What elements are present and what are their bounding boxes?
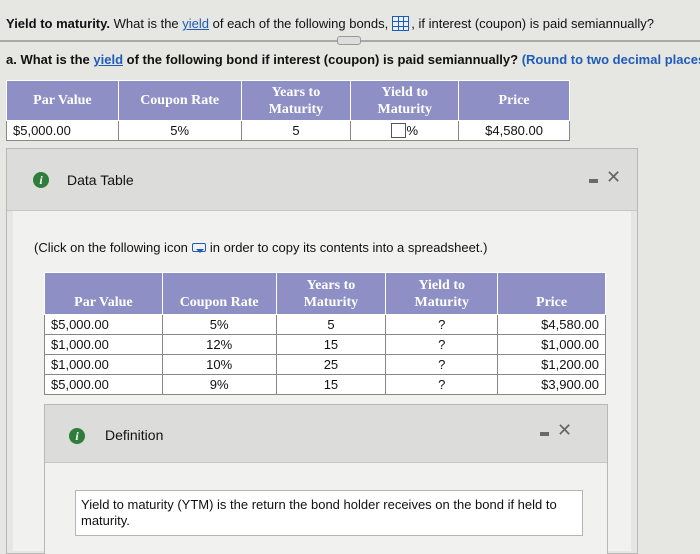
info-icon: i [33,172,49,188]
definition-dialog: i Definition ✕ Yield to maturity (YTM) i… [44,404,608,554]
header-par-value: Par Value [6,80,119,121]
cell-par-value: $5,000.00 [44,314,163,335]
table-row: $1,000.00 12% 15 ? $1,000.00 [44,334,606,355]
cell-par-value: $5,000.00 [44,374,163,395]
cell-price: $3,900.00 [497,374,606,395]
cell-years: 15 [275,334,387,355]
part-a-question: a. What is the yield of the following bo… [6,52,700,67]
header-coupon-rate: Coupon Rate [161,272,277,315]
minimize-button[interactable] [589,179,598,183]
cell-yield: ? [385,354,499,375]
cell-coupon-rate: 10% [161,354,277,375]
table-row: $1,000.00 10% 25 ? $1,200.00 [44,354,606,375]
table-row: $5,000.00 5% 5 ? $4,580.00 [44,314,606,335]
header-yield-to-maturity: Yield to Maturity [385,272,499,315]
header-price: Price [497,272,606,315]
cell-years: 5 [275,314,387,335]
cell-coupon-rate: 5% [117,120,242,141]
header-yield-to-maturity: Yield to Maturity [350,80,460,121]
divider-handle[interactable] [337,36,361,45]
dialog-header[interactable]: i Data Table ✕ [7,149,637,211]
cell-years: 5 [240,120,352,141]
cell-years: 15 [275,374,387,395]
table-row: $5,000.00 9% 15 ? $3,900.00 [44,374,606,395]
minimize-button[interactable] [540,432,549,436]
cell-yield: ? [385,374,499,395]
question-text: Yield to maturity. What is the yield of … [6,16,655,31]
cell-yield-answer: % [350,120,460,141]
table-row: $5,000.00 5% 5 % $4,580.00 [6,120,570,141]
yield-link[interactable]: yield [182,16,209,31]
data-table-icon[interactable] [392,16,410,31]
cell-par-value: $1,000.00 [44,354,163,375]
cell-price: $1,200.00 [497,354,606,375]
yield-answer-input[interactable] [391,123,407,138]
cell-price: $4,580.00 [497,314,606,335]
cell-coupon-rate: 12% [161,334,277,355]
dialog-title: Data Table [67,172,134,188]
cell-coupon-rate: 5% [161,314,277,335]
header-years-to-maturity: Years to Maturity [240,80,352,121]
cell-par-value: $1,000.00 [44,334,163,355]
copy-instructions: (Click on the following icon in order to … [34,240,488,255]
header-price: Price [458,80,570,121]
cell-yield: ? [385,314,499,335]
header-coupon-rate: Coupon Rate [117,80,242,121]
dialog-title: Definition [105,427,164,443]
copy-to-spreadsheet-icon[interactable] [191,243,206,253]
close-icon[interactable]: ✕ [606,168,621,186]
question-lead: Yield to maturity. [6,16,111,31]
rounding-hint: (Round to two decimal places.) [521,52,700,67]
definition-text: Yield to maturity (YTM) is the return th… [75,490,583,536]
close-icon[interactable]: ✕ [557,421,572,439]
dialog-header[interactable]: i Definition ✕ [45,405,607,463]
cell-price: $1,000.00 [497,334,606,355]
yield-link-part-a[interactable]: yield [93,52,123,67]
table-header-row: Par Value Coupon Rate Years to Maturity Y… [6,80,570,121]
data-table: Par Value Coupon Rate Years to Maturity Y… [44,272,606,395]
cell-price: $4,580.00 [458,120,570,141]
cell-par-value: $5,000.00 [6,120,119,141]
table-header-row: Par Value Coupon Rate Years to Maturity Y… [44,272,606,315]
cell-years: 25 [275,354,387,375]
info-icon: i [69,428,85,444]
cell-yield: ? [385,334,499,355]
cell-coupon-rate: 9% [161,374,277,395]
bond-input-table: Par Value Coupon Rate Years to Maturity Y… [6,80,570,141]
percent-unit: % [406,123,419,138]
header-years-to-maturity: Years to Maturity [275,272,387,315]
header-par-value: Par Value [44,272,163,315]
